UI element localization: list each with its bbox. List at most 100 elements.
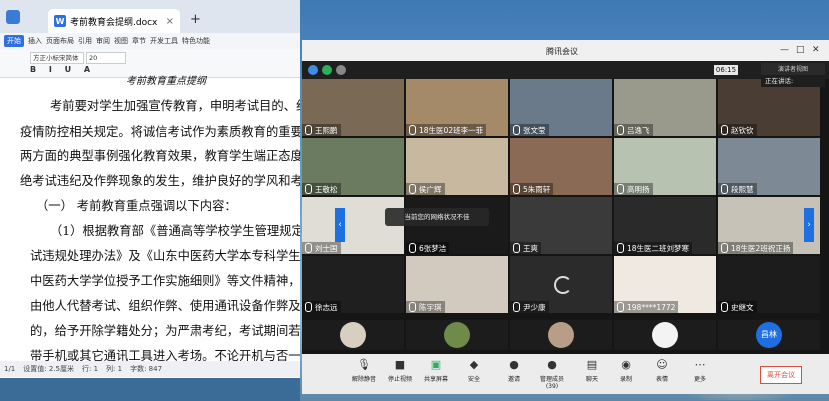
meeting-timer: 06:15 [714, 65, 738, 75]
security-icon[interactable] [322, 65, 332, 75]
microphone-icon [721, 184, 728, 194]
menu-item-section[interactable]: 章节 [132, 36, 146, 46]
microphone-icon: 🎙 [357, 358, 371, 371]
word-doc-icon: W [54, 15, 66, 27]
microphone-icon [513, 184, 520, 194]
microphone-icon [305, 125, 312, 135]
more-icon: ⋯ [694, 358, 706, 371]
participant-name: 6张梦洁 [406, 242, 450, 254]
participant-tile[interactable]: 侯广辉 [406, 138, 508, 195]
doc-line: （1）根据教育部《普通高等学校学生管理规定》 [50, 224, 300, 238]
participant-tile[interactable]: 王熙鹏 [302, 79, 404, 136]
participant-name: 张文莹 [510, 124, 549, 136]
participant-tile[interactable]: 18生医02班李一菲 [406, 79, 508, 136]
microphone-icon [305, 184, 312, 194]
avatar [548, 322, 574, 348]
microphone-icon [617, 243, 624, 253]
reaction-button[interactable]: ☺ 表情 [644, 358, 680, 383]
participant-tile[interactable]: 吕逸飞 [614, 79, 716, 136]
invite-button[interactable]: ● 邀请 [496, 358, 532, 383]
mini-tile[interactable]: 昌林 [718, 320, 820, 350]
info-icon[interactable] [308, 65, 318, 75]
chat-icon: ▤ [586, 358, 598, 371]
microphone-icon [721, 302, 728, 312]
stop-video-button[interactable]: ■ 停止视频 [382, 358, 418, 383]
share-screen-button[interactable]: ▣ 共享屏幕 [418, 358, 454, 383]
camera-icon: ■ [394, 358, 406, 371]
participant-name: 史继文 [718, 301, 757, 313]
meeting-toolbar: 🎙 解除静音 ■ 停止视频 ▣ 共享屏幕 ◆ 安全 ● 邀请 ● 管理成员(39) ▤ 聊天 … [302, 354, 829, 394]
doc-line: 两方面的典型事例强化教育效果，教育学生端正态度，诚 [20, 149, 300, 163]
mini-tile[interactable] [302, 320, 404, 350]
font-size-select[interactable]: 20 [86, 52, 126, 64]
menu-item-review[interactable]: 审阅 [96, 36, 110, 46]
participant-name: 尹少康 [510, 301, 549, 313]
mini-tile[interactable] [406, 320, 508, 350]
close-tab-icon[interactable]: × [166, 16, 174, 27]
menu-item-references[interactable]: 引用 [78, 36, 92, 46]
participant-tile[interactable]: 赵钦钦 [718, 79, 820, 136]
menu-item-insert[interactable]: 插入 [28, 36, 42, 46]
mini-tile[interactable] [510, 320, 612, 350]
participant-name: 徐志远 [302, 301, 341, 313]
menu-item-features[interactable]: 特色功能 [182, 36, 210, 46]
participant-tile[interactable]: 5朱雨轩 [510, 138, 612, 195]
format-buttons[interactable]: B I U A [30, 65, 95, 74]
status-setting: 设置值: 2.5厘米 [23, 365, 74, 373]
microphone-icon [305, 243, 312, 253]
participant-name: 王敬松 [302, 183, 341, 195]
participant-tile[interactable]: 徐志远 [302, 256, 404, 313]
doc-line: 的，给予开除学籍处分；为严肃考纪，考试期间若发现 [30, 324, 300, 338]
participant-tile[interactable]: 陈宇琪 [406, 256, 508, 313]
word-status-bar: 1/1 设置值: 2.5厘米 行: 1 列: 1 字数: 847 [0, 361, 300, 377]
close-icon[interactable]: ✕ [812, 45, 820, 55]
mini-tile[interactable] [614, 320, 716, 350]
more-button[interactable]: ⋯ 更多 [682, 358, 718, 383]
participant-tile[interactable]: 段熙慧 [718, 138, 820, 195]
participant-tile[interactable]: 王爽 [510, 197, 612, 254]
participant-tile[interactable]: 史继文 [718, 256, 820, 313]
participant-tile[interactable]: 高明扬 [614, 138, 716, 195]
microphone-icon [721, 125, 728, 135]
participant-tile[interactable]: 王敬松 [302, 138, 404, 195]
participant-tile[interactable]: 198****1772 [614, 256, 716, 313]
microphone-icon [617, 302, 624, 312]
shield-icon: ◆ [469, 358, 479, 371]
next-page-button[interactable]: › [804, 208, 814, 242]
meeting-title-bar: 腾讯会议 — □ ✕ [302, 40, 829, 61]
security-button[interactable]: ◆ 安全 [456, 358, 492, 383]
previous-page-button[interactable]: ‹ [335, 208, 345, 242]
participant-name: 赵钦钦 [718, 124, 757, 136]
participant-name: 198****1772 [614, 301, 679, 313]
taskbar [0, 378, 300, 401]
speaking-indicator: 正在讲话: [761, 75, 825, 87]
record-icon: ◉ [621, 358, 631, 371]
maximize-icon[interactable]: □ [796, 45, 805, 55]
chat-button[interactable]: ▤ 聊天 [574, 358, 610, 383]
menu-item-layout[interactable]: 页面布局 [46, 36, 74, 46]
word-ribbon-menu: 开始 插入 页面布局 引用 审阅 视图 章节 开发工具 特色功能 [0, 33, 300, 49]
minimize-icon[interactable]: — [780, 45, 789, 55]
doc-line: 由他人代替考试、组织作弊、使用通讯设备作弊及其它作 [30, 299, 300, 313]
participant-name: 18生医二班刘梦寒 [614, 242, 693, 254]
unmute-button[interactable]: 🎙 解除静音 [346, 358, 382, 383]
font-name-select[interactable]: 方正小标宋简体 [30, 52, 84, 64]
menu-item-start[interactable]: 开始 [4, 35, 24, 47]
manage-members-button[interactable]: ● 管理成员(39) [534, 358, 570, 390]
share-icon: ▣ [430, 358, 442, 371]
participant-tile[interactable]: 张文莹 [510, 79, 612, 136]
home-icon[interactable] [6, 10, 20, 24]
microphone-icon [513, 302, 520, 312]
microphone-icon [305, 302, 312, 312]
participant-name: 王熙鹏 [302, 124, 341, 136]
meeting-window: 腾讯会议 — □ ✕ 06:15 演讲者视图 王熙鹏 18生医02班李一菲 张文莹 吕… [302, 40, 829, 394]
menu-item-developer[interactable]: 开发工具 [150, 36, 178, 46]
signal-icon [336, 65, 346, 75]
avatar [340, 322, 366, 348]
participant-tile[interactable]: 18生医二班刘梦寒 [614, 197, 716, 254]
record-button[interactable]: ◉ 录制 [608, 358, 644, 383]
new-tab-button[interactable]: + [190, 12, 201, 27]
document-tab[interactable]: W 考前教育会提纲.docx × [48, 9, 180, 33]
menu-item-view[interactable]: 视图 [114, 36, 128, 46]
leave-meeting-button[interactable]: 离开会议 [760, 366, 802, 384]
